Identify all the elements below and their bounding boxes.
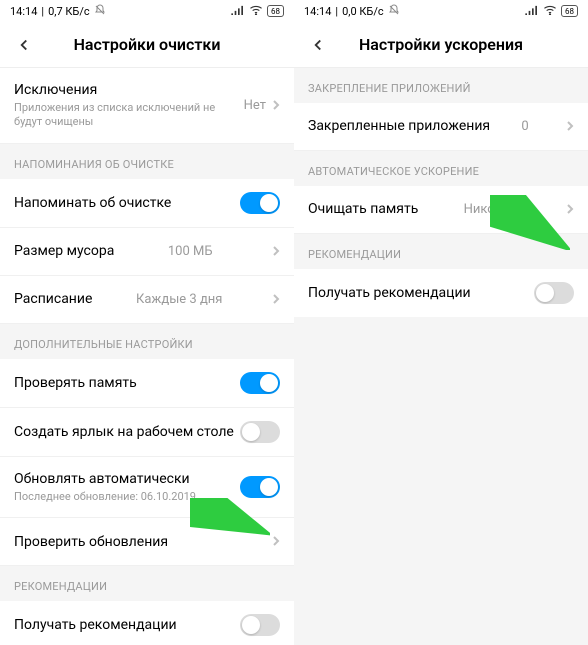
exclusions-label: Исключения	[14, 81, 244, 99]
pinned-value: 0	[521, 119, 528, 134]
auto-update-sub: Последнее обновление: 06.10.2019	[14, 490, 240, 504]
get-recs-label: Получать рекомендации	[14, 616, 177, 634]
clear-mem-label: Очищать память	[308, 200, 418, 218]
row-schedule[interactable]: Расписание Каждые 3 дня	[0, 276, 294, 324]
status-bar: 14:14 | 0,7 КБ/с 68	[0, 0, 294, 22]
exclusions-sub: Приложения из списка исключений не будут…	[14, 101, 244, 130]
section-auto: АВТОМАТИЧЕСКОЕ УСКОРЕНИЕ	[294, 151, 588, 186]
chevron-icon	[566, 117, 574, 136]
schedule-value: Каждые 3 дня	[136, 292, 222, 307]
status-net: 0,7 КБ/с	[48, 5, 90, 18]
battery-icon: 68	[267, 5, 284, 17]
wifi-icon	[249, 5, 263, 18]
phone-left: 14:14 | 0,7 КБ/с 68 Настройки очистки Ис…	[0, 0, 294, 645]
row-shortcut[interactable]: Создать ярлык на рабочем столе	[0, 408, 294, 457]
row-remind[interactable]: Напоминать об очистке	[0, 179, 294, 228]
schedule-label: Расписание	[14, 290, 92, 308]
chevron-icon	[272, 242, 280, 261]
header: Настройки ускорения	[294, 22, 588, 68]
section-recs: РЕКОМЕНДАЦИИ	[0, 566, 294, 601]
exclusions-value: Нет	[244, 98, 266, 113]
page-title: Настройки ускорения	[330, 35, 552, 54]
check-memory-toggle[interactable]	[240, 372, 280, 394]
chevron-icon	[566, 200, 574, 219]
dnd-icon	[388, 4, 400, 19]
row-trash-size[interactable]: Размер мусора 100 МБ	[0, 228, 294, 276]
back-button[interactable]	[12, 33, 36, 57]
signal-icon	[525, 5, 539, 18]
shortcut-label: Создать ярлык на рабочем столе	[14, 423, 234, 441]
auto-update-toggle[interactable]	[240, 476, 280, 498]
row-check-memory[interactable]: Проверять память	[0, 359, 294, 408]
header: Настройки очистки	[0, 22, 294, 68]
auto-update-label: Обновлять автоматически	[14, 470, 240, 488]
trash-size-value: 100 МБ	[168, 244, 213, 259]
chevron-icon	[272, 96, 280, 115]
pinned-label: Закрепленные приложения	[308, 117, 490, 135]
phone-right: 14:14 | 0,0 КБ/с 68 Настройки ускорения …	[294, 0, 588, 645]
status-time: 14:14	[10, 5, 37, 18]
row-exclusions[interactable]: Исключения Приложения из списка исключен…	[0, 68, 294, 144]
check-memory-label: Проверять память	[14, 374, 137, 392]
row-auto-update[interactable]: Обновлять автоматически Последнее обновл…	[0, 457, 294, 518]
remind-toggle[interactable]	[240, 192, 280, 214]
section-pinned: ЗАКРЕПЛЕНИЕ ПРИЛОЖЕНИЙ	[294, 68, 588, 103]
remind-label: Напоминать об очистке	[14, 194, 171, 212]
check-updates-label: Проверить обновления	[14, 533, 168, 551]
back-button[interactable]	[306, 33, 330, 57]
trash-size-label: Размер мусора	[14, 242, 114, 260]
row-check-updates[interactable]: Проверить обновления	[0, 518, 294, 566]
status-bar: 14:14 | 0,0 КБ/с 68	[294, 0, 588, 22]
row-clear-mem[interactable]: Очищать память Никогда	[294, 186, 588, 234]
chevron-icon	[272, 532, 280, 551]
dnd-icon	[94, 4, 106, 19]
signal-icon	[231, 5, 245, 18]
status-net: 0,0 КБ/с	[342, 5, 384, 18]
row-pinned[interactable]: Закрепленные приложения 0	[294, 103, 588, 151]
get-recs-label-r: Получать рекомендации	[308, 284, 471, 302]
get-recs-toggle[interactable]	[240, 614, 280, 636]
chevron-icon	[272, 290, 280, 309]
wifi-icon	[543, 5, 557, 18]
section-recs-r: РЕКОМЕНДАЦИИ	[294, 234, 588, 269]
battery-icon: 68	[561, 5, 578, 17]
get-recs-toggle-r[interactable]	[534, 282, 574, 304]
shortcut-toggle[interactable]	[240, 421, 280, 443]
row-get-recs[interactable]: Получать рекомендации	[0, 601, 294, 645]
section-reminders: НАПОМИНАНИЯ ОБ ОЧИСТКЕ	[0, 144, 294, 179]
row-get-recs-r[interactable]: Получать рекомендации	[294, 269, 588, 317]
status-time: 14:14	[304, 5, 331, 18]
section-additional: ДОПОЛНИТЕЛЬНЫЕ НАСТРОЙКИ	[0, 324, 294, 359]
page-title: Настройки очистки	[36, 35, 258, 54]
clear-mem-value: Никогда	[464, 202, 515, 217]
